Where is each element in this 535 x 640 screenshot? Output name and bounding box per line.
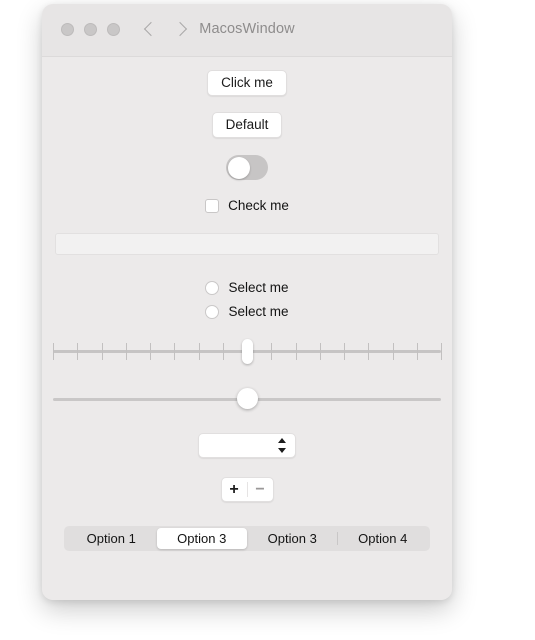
radio-circle-icon	[205, 280, 220, 295]
segment-option-2[interactable]: Option 3	[156, 528, 247, 549]
radio-select-me-1[interactable]: Select me	[205, 280, 289, 295]
tick-mark	[295, 343, 297, 360]
radio-row-1: Select me	[42, 280, 452, 295]
segmented-control-row: Option 1 Option 3 Option 3 Option 4	[42, 526, 452, 551]
window-title: MacosWindow	[199, 21, 295, 37]
tick-slider-thumb[interactable]	[241, 339, 253, 364]
textfield-row	[42, 233, 452, 255]
click-button-row: Click me	[42, 70, 452, 96]
window-content: Click me Default Check me Select me Sele…	[42, 70, 452, 600]
plus-minus-control: + −	[220, 477, 274, 502]
tick-mark	[271, 343, 273, 360]
stepper-arrows-icon[interactable]	[278, 437, 287, 454]
radio-circle-icon	[205, 304, 220, 319]
tick-mark	[441, 343, 442, 360]
tick-mark	[368, 343, 370, 360]
tick-mark	[53, 343, 54, 360]
checkbox-label: Check me	[228, 198, 289, 213]
plus-minus-row: + −	[42, 477, 452, 502]
tick-mark	[416, 343, 418, 360]
segmented-control: Option 1 Option 3 Option 3 Option 4	[64, 526, 430, 551]
tick-mark	[77, 343, 79, 360]
segment-option-4[interactable]: Option 4	[338, 528, 429, 549]
tick-slider-row	[42, 339, 452, 364]
radio-row-2: Select me	[42, 304, 452, 319]
default-button[interactable]: Default	[211, 112, 283, 138]
window-titlebar: MacosWindow	[42, 4, 452, 57]
toggle-switch[interactable]	[226, 155, 268, 180]
segment-option-3[interactable]: Option 3	[247, 528, 338, 549]
tick-mark	[125, 343, 127, 360]
toggle-knob	[227, 156, 250, 179]
text-input[interactable]	[55, 233, 439, 255]
stepper-input[interactable]	[198, 433, 296, 458]
tick-mark	[150, 343, 151, 360]
checkbox-box-icon	[205, 198, 220, 213]
tick-mark	[198, 343, 200, 360]
plain-slider-thumb[interactable]	[236, 388, 258, 409]
tick-mark	[222, 343, 224, 360]
radio-label-2: Select me	[228, 304, 289, 319]
tick-mark	[319, 343, 321, 360]
chevron-down-icon[interactable]	[278, 448, 286, 453]
plus-button[interactable]: +	[222, 478, 247, 501]
macos-window: MacosWindow Click me Default Check me Se…	[42, 4, 452, 600]
tick-mark	[174, 343, 176, 360]
tick-mark	[392, 343, 394, 360]
tick-mark	[101, 343, 103, 360]
segment-option-1[interactable]: Option 1	[66, 528, 157, 549]
click-me-button[interactable]: Click me	[207, 70, 287, 96]
default-button-row: Default	[42, 112, 452, 138]
chevron-up-icon[interactable]	[278, 438, 286, 443]
minus-button[interactable]: −	[248, 478, 273, 501]
check-me-checkbox[interactable]: Check me	[205, 198, 289, 213]
tick-mark	[344, 343, 345, 360]
checkbox-row: Check me	[42, 198, 452, 213]
plain-slider[interactable]	[53, 388, 441, 410]
plain-slider-row	[42, 388, 452, 410]
tick-slider[interactable]	[53, 339, 442, 364]
radio-select-me-2[interactable]: Select me	[205, 304, 289, 319]
radio-label-1: Select me	[228, 280, 289, 295]
stepper-row	[42, 433, 452, 458]
toggle-row	[42, 155, 452, 180]
